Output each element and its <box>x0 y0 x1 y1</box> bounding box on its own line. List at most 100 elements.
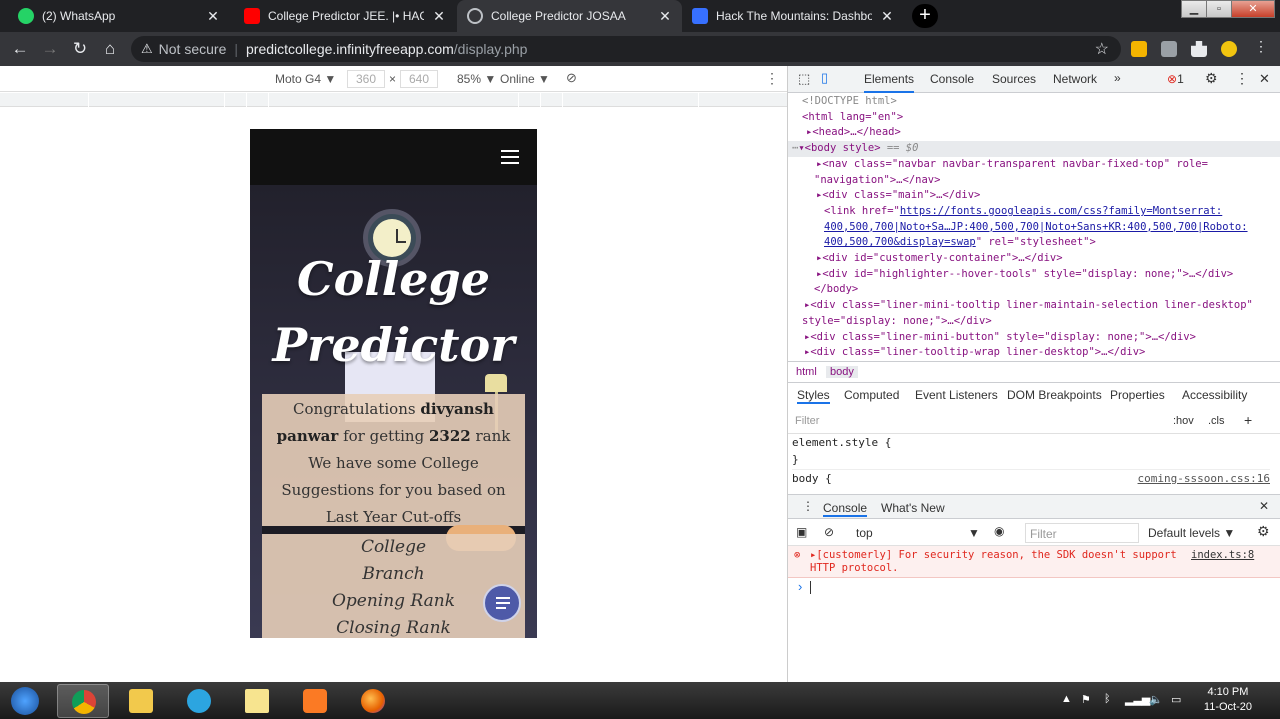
close-window-button[interactable]: ✕ <box>1231 0 1275 18</box>
menu-icon[interactable]: ⋮ <box>1254 38 1270 54</box>
tab-whatsapp[interactable]: (2) WhatsApp ✕ <box>8 0 230 32</box>
dom-liner-tooltip[interactable]: <div class="liner-mini-tooltip liner-mai… <box>810 299 1253 311</box>
dom-highlighter[interactable]: <div id="highlighter--hover-tools" style… <box>822 268 1233 280</box>
device-toggle-icon[interactable]: ▯ <box>821 70 828 86</box>
dom-link-url[interactable]: https://fonts.googleapis.com/css?family=… <box>900 205 1222 217</box>
chat-widget-button[interactable] <box>483 584 521 622</box>
close-icon[interactable]: ✕ <box>206 8 220 25</box>
tab-hack-the-mountains[interactable]: Hack The Mountains: Dashboard ✕ <box>682 0 904 32</box>
inspect-element-icon[interactable]: ⬚ <box>798 71 810 87</box>
dom-head[interactable]: <head>…</head> <box>812 126 901 138</box>
drawer-menu-icon[interactable]: ⋮ <box>802 499 814 513</box>
hamburger-menu-icon[interactable] <box>501 150 519 164</box>
hov-toggle[interactable]: :hov <box>1173 415 1194 427</box>
clear-console-icon[interactable]: ⊘ <box>824 525 834 539</box>
context-select[interactable]: top <box>856 526 873 540</box>
zoom-select[interactable]: 85% ▼ <box>457 72 496 86</box>
cls-toggle[interactable]: .cls <box>1208 415 1225 427</box>
styles-pane[interactable]: element.style { } body {coming-sssoon.cs… <box>792 434 1270 487</box>
tab-computed[interactable]: Computed <box>844 388 899 402</box>
dom-customerly[interactable]: <div id="customerly-container">…</div> <box>822 252 1062 264</box>
console-filter-input[interactable]: Filter <box>1025 523 1139 543</box>
style-rule-body[interactable]: body { <box>792 472 832 485</box>
context-dropdown-icon[interactable]: ▼ <box>968 526 980 540</box>
more-options-icon[interactable]: ⋮ <box>1235 70 1249 87</box>
profile-avatar[interactable] <box>1221 41 1237 57</box>
telegram-icon[interactable] <box>173 684 225 718</box>
chrome-icon[interactable] <box>57 684 109 718</box>
dom-link-url[interactable]: 400,500,700|Noto+Sa…JP:400,500,700|Noto+… <box>824 221 1248 233</box>
file-explorer-icon[interactable] <box>115 684 167 718</box>
tab-properties[interactable]: Properties <box>1110 388 1165 402</box>
style-rule-element[interactable]: element.style { <box>792 434 1270 451</box>
maximize-button[interactable]: ▫ <box>1206 0 1232 18</box>
dom-link-url[interactable]: 400,500,700&display=swap <box>824 236 976 248</box>
sticky-notes-icon[interactable] <box>231 684 283 718</box>
crumb-html[interactable]: html <box>796 366 817 378</box>
volume-icon[interactable]: 🔈 <box>1149 693 1163 706</box>
puzzle-icon[interactable] <box>1191 41 1207 57</box>
battery-icon[interactable]: ▭ <box>1171 693 1181 706</box>
dom-main[interactable]: <div class="main">…</div> <box>822 189 980 201</box>
width-input[interactable]: 360 <box>347 70 385 88</box>
dom-tree[interactable]: <!DOCTYPE html> <html lang="en"> ▸<head>… <box>788 94 1280 360</box>
error-source-link[interactable]: index.ts:8 <box>1191 549 1254 562</box>
address-bar[interactable]: ⚠ Not secure | predictcollege.infinityfr… <box>131 36 1121 62</box>
styles-filter-input[interactable]: Filter <box>795 415 819 427</box>
system-clock[interactable]: 4:10 PM 11-Oct-20 <box>1204 685 1252 715</box>
console-input-caret[interactable] <box>810 581 811 594</box>
live-expression-eye-icon[interactable]: ◉ <box>994 524 1004 538</box>
console-prompt[interactable]: › <box>798 579 802 594</box>
dom-body[interactable]: <body style> <box>805 142 881 154</box>
close-icon[interactable]: ✕ <box>658 8 672 25</box>
bookmark-star-icon[interactable]: ☆ <box>1095 39 1109 59</box>
xampp-icon[interactable] <box>289 684 341 718</box>
crumb-body[interactable]: body <box>826 366 858 378</box>
highlighter-extension-icon[interactable] <box>1131 41 1147 57</box>
show-hidden-icons[interactable]: ▲ <box>1061 693 1072 705</box>
security-status[interactable]: Not secure <box>159 41 227 57</box>
tab-dom-breakpoints[interactable]: DOM Breakpoints <box>1007 388 1102 402</box>
close-icon[interactable]: ✕ <box>432 8 446 25</box>
network-select[interactable]: Online ▼ <box>500 72 550 86</box>
error-badge[interactable]: ⊗ 1 <box>1167 72 1184 86</box>
reload-icon[interactable]: ↻ <box>69 38 91 60</box>
dom-liner-wrap[interactable]: <div class="liner-tooltip-wrap liner-des… <box>810 346 1145 358</box>
tab-college-predictor-jee[interactable]: College Predictor JEE. |• HACK TH ✕ <box>234 0 456 32</box>
network-signal-icon[interactable]: ▂▃▅ <box>1125 693 1150 706</box>
log-levels-select[interactable]: Default levels ▼ <box>1148 526 1235 540</box>
drawer-tab-whats-new[interactable]: What's New <box>881 501 945 515</box>
tab-elements[interactable]: Elements <box>864 72 915 93</box>
tab-console[interactable]: Console <box>930 72 974 86</box>
new-rule-icon[interactable]: + <box>1244 412 1252 428</box>
media-query-bar[interactable] <box>0 93 787 107</box>
firefox-icon[interactable] <box>347 684 399 718</box>
style-source-link[interactable]: coming-sssoon.css:16 <box>1138 470 1270 487</box>
height-input[interactable]: 640 <box>400 70 438 88</box>
console-settings-icon[interactable]: ⚙ <box>1257 523 1270 540</box>
tab-sources[interactable]: Sources <box>992 72 1036 86</box>
close-icon[interactable]: ✕ <box>880 8 894 25</box>
windows-start-icon[interactable] <box>2 684 48 718</box>
close-drawer-icon[interactable]: ✕ <box>1259 499 1269 513</box>
flag-icon[interactable]: ⚑ <box>1081 693 1091 706</box>
more-options-icon[interactable]: ⋮ <box>765 70 779 87</box>
drawer-tab-console[interactable]: Console <box>823 501 868 517</box>
dom-nav[interactable]: <nav class="navbar navbar-transparent na… <box>822 158 1208 170</box>
minimize-button[interactable]: ▁ <box>1181 0 1207 18</box>
tab-event-listeners[interactable]: Event Listeners <box>915 388 998 402</box>
forward-icon[interactable]: → <box>39 38 61 60</box>
bluetooth-icon[interactable]: ᛒ <box>1104 693 1111 705</box>
warning-icon[interactable]: ⚠ <box>141 41 153 57</box>
tab-network[interactable]: Network <box>1053 72 1097 86</box>
home-icon[interactable]: ⌂ <box>99 38 121 60</box>
console-error-message[interactable]: ⊗ ▸[customerly] For security reason, the… <box>788 546 1280 578</box>
tab-accessibility[interactable]: Accessibility <box>1182 388 1247 402</box>
tab-college-predictor-josaa[interactable]: College Predictor JOSAA ✕ <box>457 0 682 32</box>
rotate-icon[interactable]: ⊘ <box>566 70 577 86</box>
sidebar-toggle-icon[interactable]: ▣ <box>796 525 807 539</box>
tab-styles[interactable]: Styles <box>797 388 830 404</box>
dom-html[interactable]: <html lang="en"> <box>802 111 903 123</box>
settings-icon[interactable]: ⚙ <box>1205 70 1218 87</box>
device-select[interactable]: Moto G4 ▼ <box>275 72 336 86</box>
